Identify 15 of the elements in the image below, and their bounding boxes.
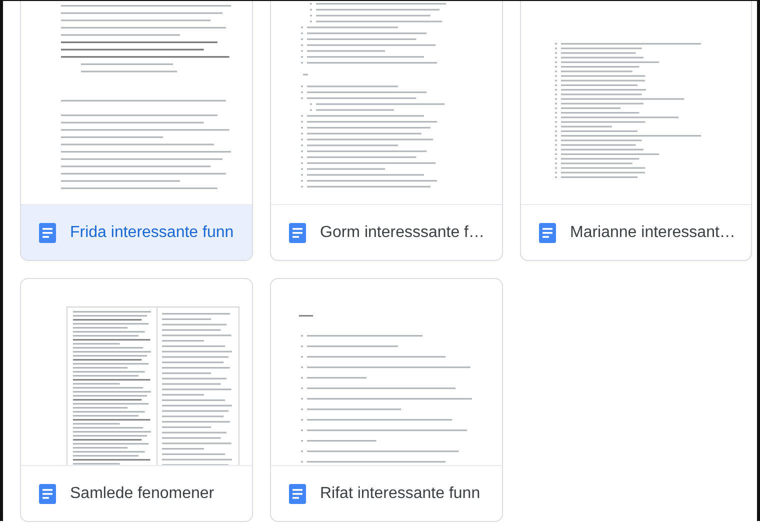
document-card[interactable]: Rifat interessante funn [270, 278, 503, 522]
document-title: Marianne interessant… [570, 222, 736, 242]
document-card[interactable]: Marianne interessant… [520, 1, 752, 261]
document-icon [539, 222, 556, 242]
document-card[interactable]: Gorm interesssante f… [270, 1, 503, 261]
document-card[interactable]: Frida interessante funn [20, 1, 253, 261]
document-title: Samlede fenomener [70, 484, 214, 504]
document-icon [289, 484, 306, 504]
document-title: Frida interessante funn [70, 222, 234, 242]
document-icon [289, 222, 306, 242]
document-title: Gorm interesssante f… [320, 222, 484, 242]
document-icon [39, 484, 56, 504]
document-title: Rifat interessante funn [320, 484, 480, 504]
document-card[interactable]: Samlede fenomener [20, 278, 253, 522]
document-icon [39, 222, 56, 242]
